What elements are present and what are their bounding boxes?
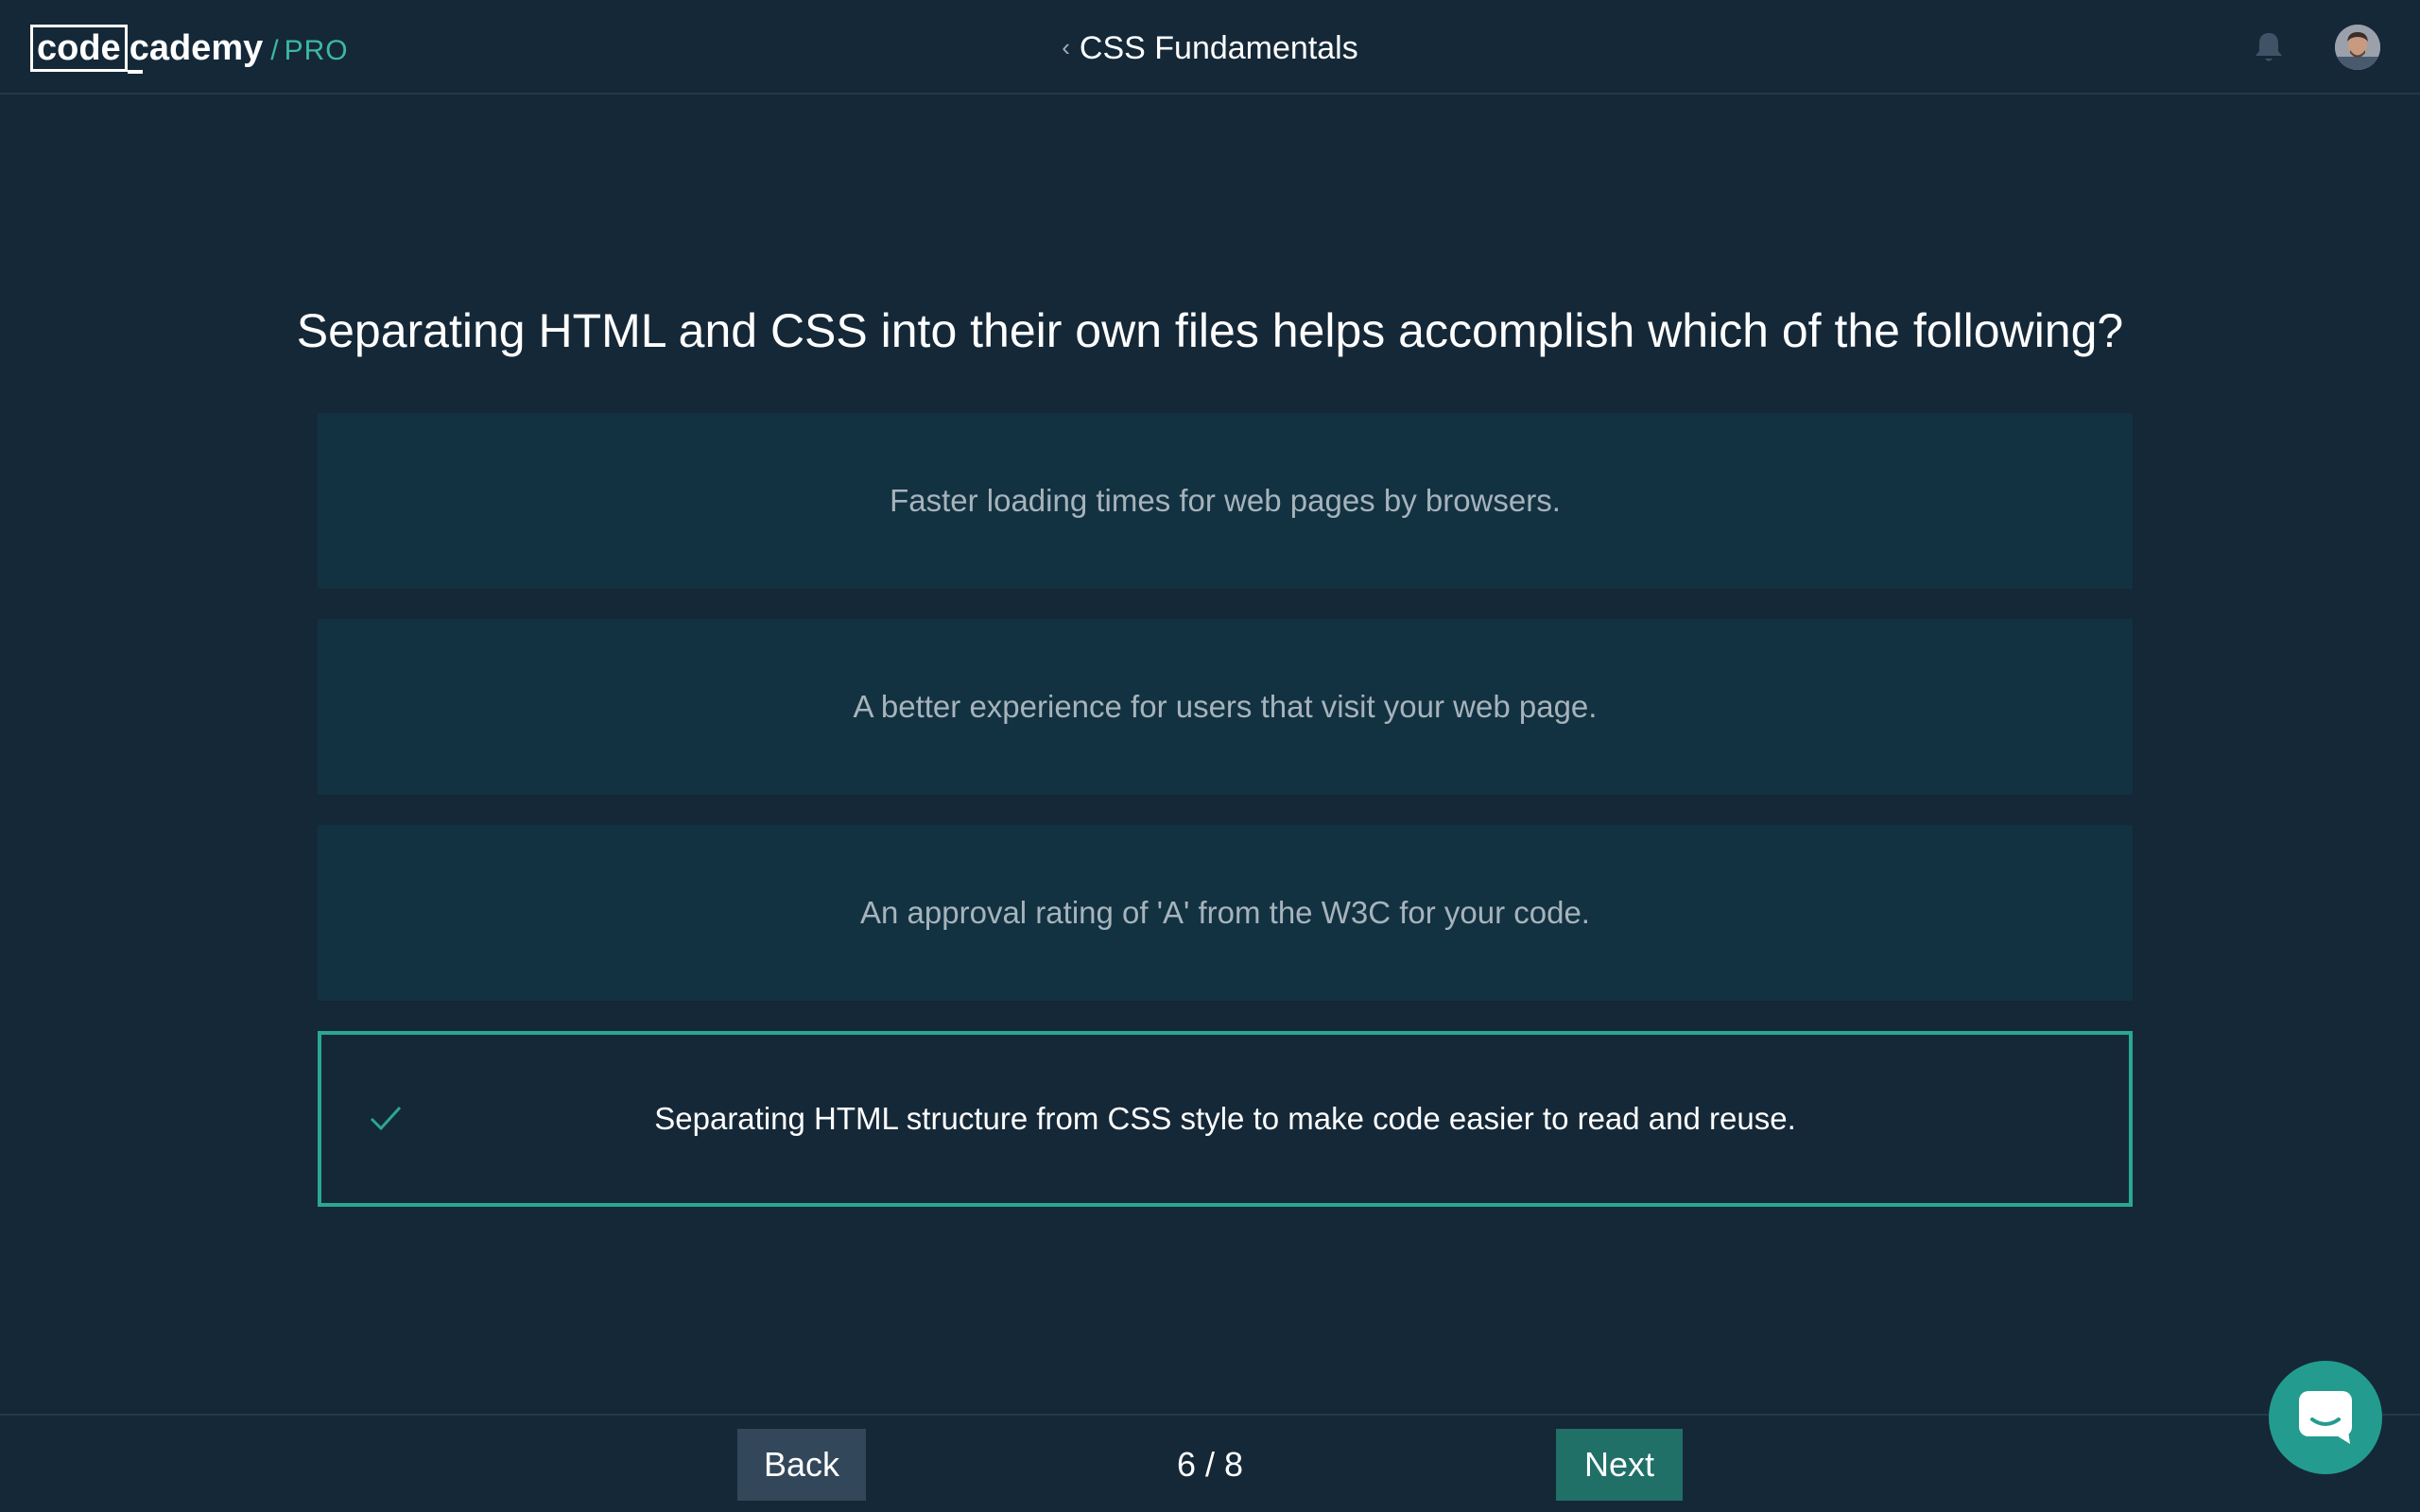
answer-option-label: Separating HTML structure from CSS style… bbox=[654, 1101, 1796, 1136]
top-bar: code cademy / PRO ‹ CSS Fundamentals bbox=[0, 0, 2420, 94]
quiz-page: code cademy / PRO ‹ CSS Fundamentals Sep… bbox=[0, 0, 2420, 1512]
answer-option-4-selected[interactable]: Separating HTML structure from CSS style… bbox=[318, 1031, 2133, 1207]
progress-indicator: 6 / 8 bbox=[1176, 1445, 1244, 1484]
chat-launcher-button[interactable] bbox=[2269, 1361, 2382, 1474]
answer-option-3[interactable]: An approval rating of 'A' from the W3C f… bbox=[318, 825, 2133, 1001]
answer-option-label: Faster loading times for web pages by br… bbox=[890, 483, 1561, 518]
chat-bubble-icon bbox=[2299, 1391, 2352, 1444]
bell-icon[interactable] bbox=[2254, 30, 2284, 64]
back-button[interactable]: Back bbox=[737, 1429, 866, 1501]
chevron-left-icon: ‹ bbox=[1062, 33, 1070, 61]
next-button[interactable]: Next bbox=[1556, 1429, 1683, 1501]
logo-cursor-underline bbox=[127, 70, 143, 74]
course-title: CSS Fundamentals bbox=[1079, 30, 1358, 66]
answer-option-1[interactable]: Faster loading times for web pages by br… bbox=[318, 413, 2133, 589]
answer-option-label: A better experience for users that visit… bbox=[853, 689, 1598, 724]
user-avatar[interactable] bbox=[2335, 25, 2380, 70]
bottom-bar: Back 6 / 8 Next bbox=[0, 1414, 2420, 1512]
answer-option-label: An approval rating of 'A' from the W3C f… bbox=[860, 895, 1590, 930]
checkmark-icon bbox=[369, 1103, 403, 1133]
question-text: Separating HTML and CSS into their own f… bbox=[296, 304, 2124, 357]
answer-option-2[interactable]: A better experience for users that visit… bbox=[318, 619, 2133, 795]
course-title-link[interactable]: ‹ CSS Fundamentals bbox=[0, 26, 2420, 69]
